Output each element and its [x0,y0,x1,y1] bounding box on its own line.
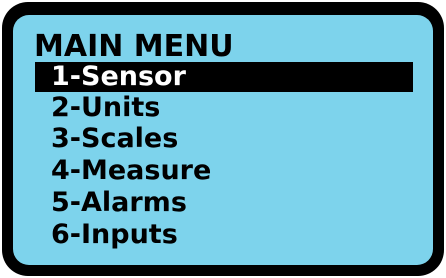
menu-item-sensor[interactable]: 1-Sensor [35,62,413,92]
lcd-screen: MAIN MENU 1-Sensor 2-Units 3-Scales 4-Me… [13,15,433,265]
menu-item-units[interactable]: 2-Units [35,93,413,123]
menu-item-measure[interactable]: 4-Measure [35,156,413,186]
menu-item-scales[interactable]: 3-Scales [35,124,413,154]
lcd-bezel: MAIN MENU 1-Sensor 2-Units 3-Scales 4-Me… [2,2,444,276]
menu-item-alarms[interactable]: 5-Alarms [35,188,413,218]
menu-list: 1-Sensor 2-Units 3-Scales 4-Measure 5-Al… [13,15,433,265]
menu-item-inputs[interactable]: 6-Inputs [35,220,413,250]
